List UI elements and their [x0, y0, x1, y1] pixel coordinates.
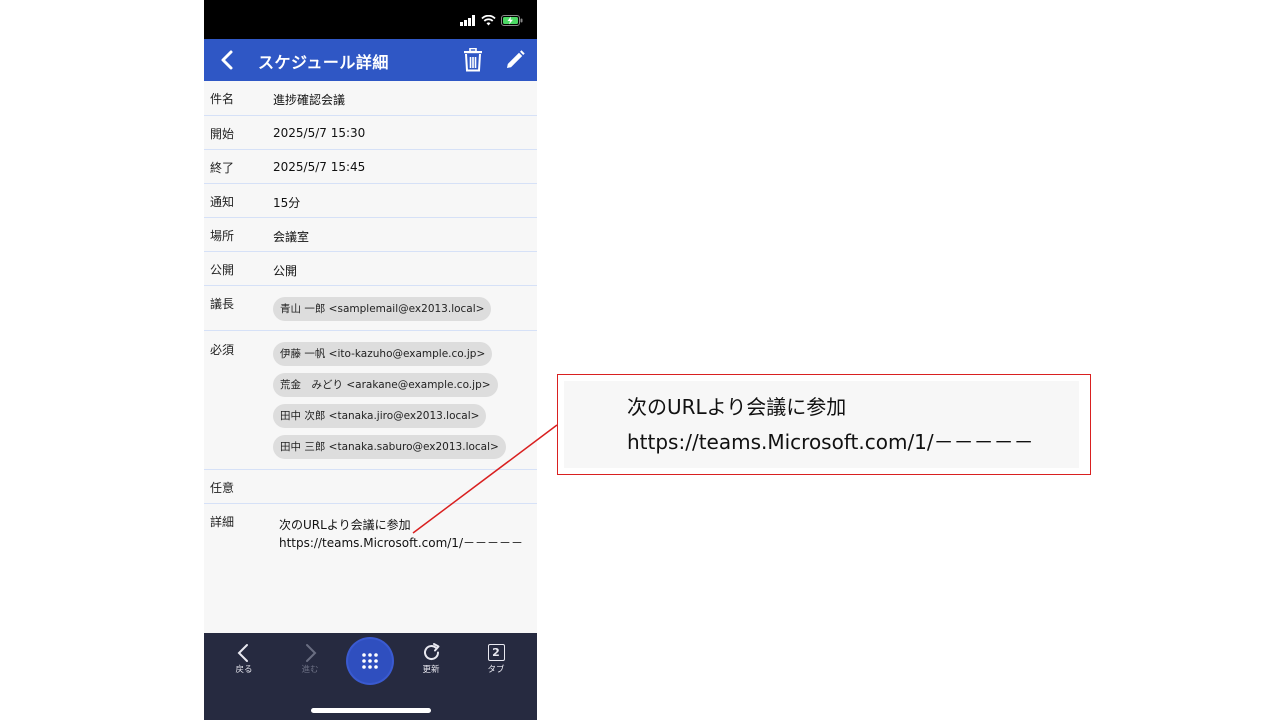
field-row-end: 終了 2025/5/7 15:45: [204, 150, 537, 184]
detail-url-link[interactable]: https://teams.Microsoft.com/1/－－－－－: [279, 534, 523, 552]
attendee-chip[interactable]: 伊藤 一帆 <ito-kazuho@example.co.jp>: [273, 342, 493, 366]
callout-line-1: 次のURLより会議に参加: [627, 395, 847, 419]
grid-dots-icon: [362, 653, 378, 669]
field-value: 進捗確認会議: [273, 93, 346, 107]
refresh-icon: [423, 643, 439, 661]
page-title: スケジュール詳細: [258, 53, 389, 72]
field-row-subject: 件名 進捗確認会議: [204, 81, 537, 116]
callout-connector-line: [412, 424, 558, 534]
field-label: 任意: [210, 481, 235, 495]
wifi-icon: [481, 14, 496, 25]
field-value: 15分: [273, 195, 301, 210]
back-chevron-icon[interactable]: [216, 48, 240, 72]
field-row-detail: 詳細 次のURLより会議に参加 https://teams.Microsoft.…: [204, 504, 537, 624]
trash-icon[interactable]: [462, 48, 484, 72]
status-bar: [204, 0, 537, 39]
field-row-notification: 通知 15分: [204, 184, 537, 218]
nav-back-label: 戻る: [235, 665, 253, 675]
field-row-start: 開始 2025/5/7 15:30: [204, 116, 537, 150]
field-value: 会議室: [273, 229, 310, 244]
edit-pencil-icon[interactable]: [504, 49, 526, 71]
field-label: 詳細: [210, 515, 235, 529]
field-value: 2025/5/7 15:45: [273, 159, 366, 174]
battery-charging-icon: [501, 14, 523, 26]
tabs-count-icon: 2: [487, 644, 505, 661]
field-row-chair: 議長 青山 一郎 <samplemail@ex2013.local>: [204, 286, 537, 331]
field-label: 場所: [210, 228, 235, 243]
signal-icon: [460, 14, 475, 26]
nav-back-button[interactable]: 戻る: [224, 643, 264, 675]
phone-screen: スケジュール詳細 件名 進捗確認会議 開始 2025/5/7 15:30 終了 …: [204, 0, 537, 720]
field-row-visibility: 公開 公開: [204, 252, 537, 286]
tab-count: 2: [492, 646, 500, 659]
home-indicator: [311, 708, 431, 713]
field-label: 必須: [210, 343, 235, 357]
attendee-chip[interactable]: 荒金 みどり <arakane@example.co.jp>: [273, 373, 498, 397]
attendee-chip[interactable]: 青山 一郎 <samplemail@ex2013.local>: [273, 296, 492, 321]
field-value: 公開: [273, 263, 298, 278]
nav-tabs-label: タブ: [487, 665, 505, 675]
menu-grid-button[interactable]: [348, 639, 392, 683]
nav-forward-label: 進む: [301, 665, 319, 675]
chevron-left-icon: [237, 644, 248, 662]
nav-refresh-label: 更新: [422, 665, 440, 675]
field-row-required: 必須 伊藤 一帆 <ito-kazuho@example.co.jp> 荒金 み…: [204, 331, 537, 470]
app-header: スケジュール詳細: [204, 39, 537, 81]
schedule-fields: 件名 進捗確認会議 開始 2025/5/7 15:30 終了 2025/5/7 …: [204, 81, 537, 624]
attendee-chip[interactable]: 田中 三郎 <tanaka.saburo@ex2013.local>: [273, 435, 506, 459]
callout-inner: 次のURLより会議に参加 https://teams.Microsoft.com…: [564, 381, 1079, 468]
field-label: 件名: [210, 92, 235, 106]
chevron-right-icon: [306, 644, 317, 662]
attendee-chip[interactable]: 田中 次郎 <tanaka.jiro@ex2013.local>: [273, 404, 487, 428]
nav-refresh-button[interactable]: 更新: [411, 642, 451, 675]
field-label: 開始: [210, 126, 235, 141]
field-label: 公開: [210, 262, 235, 277]
nav-forward-button[interactable]: 進む: [290, 643, 330, 675]
callout-line-2: https://teams.Microsoft.com/1/－－－－－: [627, 430, 1034, 454]
detail-line-1: 次のURLより会議に参加: [279, 518, 411, 532]
field-row-location: 場所 会議室: [204, 218, 537, 252]
field-label: 終了: [210, 160, 235, 175]
callout-box: 次のURLより会議に参加 https://teams.Microsoft.com…: [557, 374, 1091, 475]
field-value: 2025/5/7 15:30: [273, 125, 366, 140]
bottom-toolbar: 戻る 進む 更新 2 タブ: [204, 633, 537, 720]
nav-tabs-button[interactable]: 2 タブ: [476, 643, 516, 675]
field-label: 通知: [210, 194, 235, 209]
field-row-optional: 任意: [204, 470, 537, 504]
field-label: 議長: [210, 296, 235, 311]
